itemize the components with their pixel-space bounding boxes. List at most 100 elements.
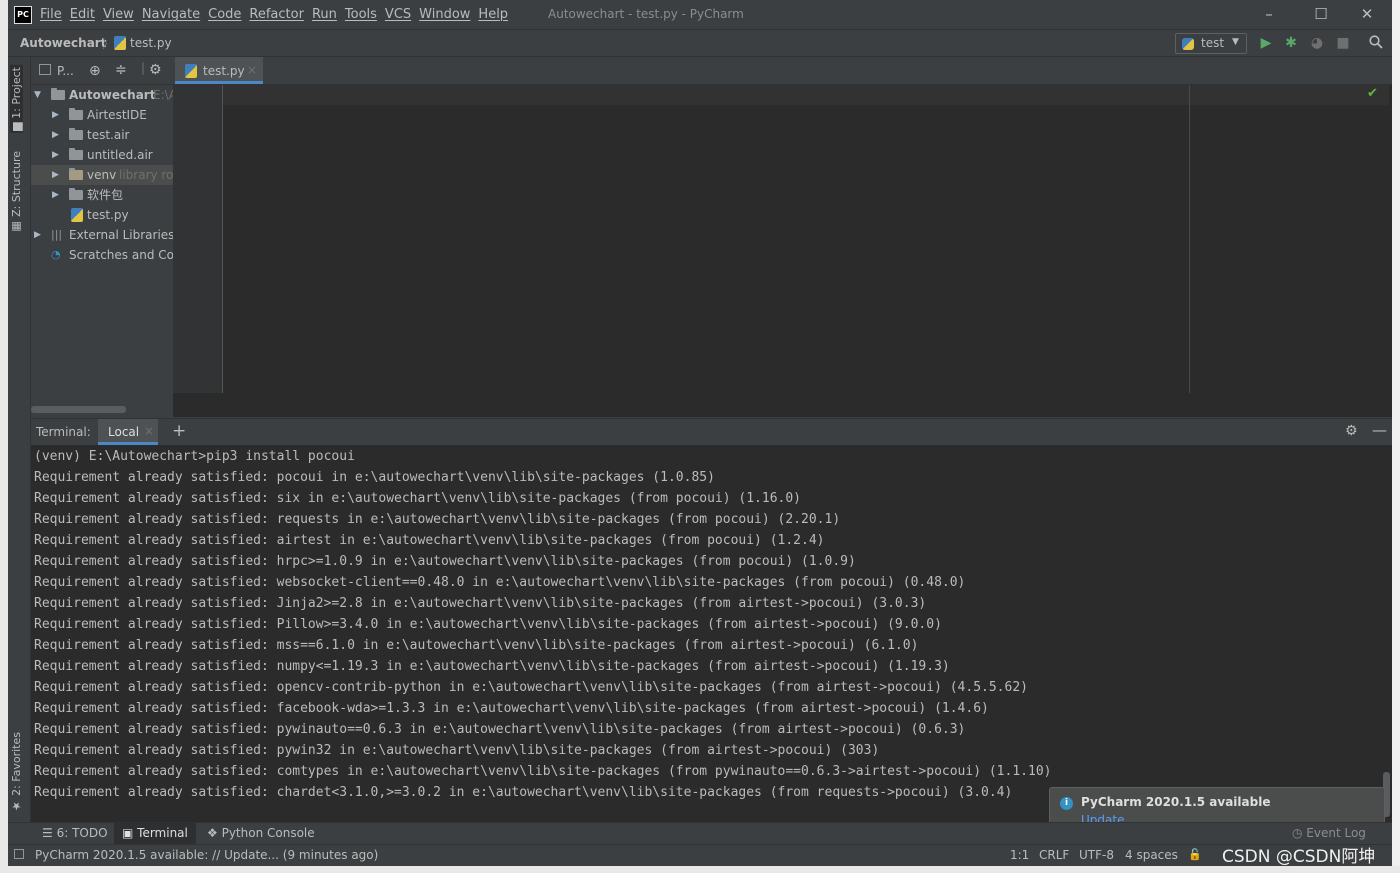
check-icon: ✔ [1367,86,1378,101]
structure-icon: ▦ [10,216,23,234]
minimize-button[interactable]: – [1259,5,1279,23]
indent-setting[interactable]: 4 spaces [1125,848,1178,862]
folder-icon [69,128,83,140]
new-terminal-tab-button[interactable]: + [172,421,186,441]
toggle-tool-windows-icon[interactable] [14,849,24,859]
tab-python-console-label: Python Console [221,826,315,840]
breadcrumb-file[interactable]: test.py [130,36,172,50]
collapsed-arrow-icon: ▶ [52,150,59,160]
tree-item-external-libraries[interactable]: ▶ ||| External Libraries [31,225,173,245]
run-icon[interactable]: ▶ [1258,35,1274,51]
debug-icon[interactable]: ✱ [1283,35,1299,51]
caret-row-highlight [223,85,1389,105]
menu-navigate[interactable]: Navigate [142,7,200,22]
project-horizontal-scrollbar[interactable] [31,406,126,413]
caret-position[interactable]: 1:1 [1010,848,1029,862]
tab-todo[interactable]: ☰ 6: TODO [34,823,116,844]
title-bar: PC File Edit View Navigate Code Refactor… [8,0,1392,29]
status-bar: PyCharm 2020.1.5 available: // Update...… [8,844,1392,866]
run-configuration-select[interactable]: test ▼ [1175,33,1247,54]
python-icon [1182,38,1194,50]
terminal-line: Requirement already satisfied: mss==6.1.… [34,638,919,653]
desktop-background-left [0,0,8,873]
collapse-all-icon[interactable]: ≑ [115,62,127,78]
tab-project[interactable]: ▆ 1: Project [10,65,23,133]
breadcrumb-project[interactable]: Autowechart [20,36,106,50]
event-log-icon: ◷ [1292,826,1307,840]
project-view-select[interactable]: P... [57,64,74,78]
search-everywhere-icon[interactable] [1368,35,1384,51]
tree-item-scratches[interactable]: ◔ Scratches and Cor [31,245,173,265]
close-button[interactable]: ✕ [1357,5,1377,23]
menu-refactor[interactable]: Refactor [249,7,304,22]
python-file-icon [71,208,83,222]
tree-item-label: AirtestIDE [87,108,147,122]
terminal-line: Requirement already satisfied: comtypes … [34,764,1052,779]
tab-event-log-label: Event Log [1306,826,1366,840]
bottom-tool-tabs: ☰ 6: TODO ▣ Terminal ❖ Python Console ◷ … [8,822,1392,844]
tree-item-software-package[interactable]: ▶ 软件包 [31,185,173,205]
tree-item-test-py[interactable]: test.py [31,205,173,225]
status-message[interactable]: PyCharm 2020.1.5 available: // Update...… [35,848,378,862]
close-tab-icon[interactable]: × [247,63,257,77]
folder-icon [69,168,83,180]
hide-panel-icon[interactable]: — [1372,421,1387,439]
code-editor[interactable]: ✔ [173,85,1392,393]
close-tab-icon[interactable]: × [144,424,154,438]
line-separator[interactable]: CRLF [1039,848,1069,862]
terminal-line: Requirement already satisfied: websocket… [34,575,966,590]
menu-edit[interactable]: Edit [70,7,95,22]
collapsed-arrow-icon: ▶ [52,190,59,200]
stop-icon[interactable]: ■ [1335,35,1351,51]
navigation-bar: Autowechart 〉 test.py test ▼ ▶ ✱ ◕ ■ [8,29,1392,57]
tree-root[interactable]: ▼ Autowechart E:\A [31,85,173,105]
menu-window[interactable]: Window [419,7,470,22]
tree-item-hint: library ro [119,168,173,182]
run-with-coverage-icon[interactable]: ◕ [1309,35,1325,51]
tab-favorites[interactable]: ★ 2: Favorites [10,732,23,812]
tab-terminal[interactable]: ▣ Terminal [114,823,196,844]
tree-item-test-air[interactable]: ▶ test.air [31,125,173,145]
folder-icon: ▆ [10,118,23,131]
menu-run[interactable]: Run [312,7,337,22]
tree-item-label: Scratches and Cor [69,248,173,262]
scratches-icon: ◔ [51,248,61,261]
tree-item-untitled-air[interactable]: ▶ untitled.air [31,145,173,165]
locate-icon[interactable]: ⊕ [89,63,101,79]
tab-structure[interactable]: ▦ Z: Structure [10,151,23,233]
menu-help[interactable]: Help [478,7,508,22]
info-icon: i [1060,797,1073,810]
tab-test-py[interactable]: test.py × [175,57,263,84]
tree-item-label: untitled.air [87,148,153,162]
expanded-arrow-icon: ▼ [34,90,41,100]
python-file-icon [114,36,126,50]
library-icon: ||| [51,228,63,241]
terminal-line: (venv) E:\Autowechart>pip3 install pocou… [34,449,355,464]
tab-favorites-label: 2: Favorites [10,732,23,796]
project-tree: ▼ Autowechart E:\A ▶ AirtestIDE ▶ test.a… [31,85,173,417]
collapsed-arrow-icon: ▶ [34,230,41,240]
terminal-output[interactable]: (venv) E:\Autowechart>pip3 install pocou… [31,445,1392,822]
tab-event-log[interactable]: ◷ Event Log [1284,823,1374,844]
tree-item-label: test.air [87,128,130,142]
file-encoding[interactable]: UTF-8 [1079,848,1114,862]
menu-file[interactable]: File [40,7,62,22]
terminal-tab-local[interactable]: Local × [98,419,158,445]
menu-tools[interactable]: Tools [345,7,377,22]
folder-icon [69,148,83,160]
desktop-background-right [1392,0,1400,873]
left-tool-strip: ▆ 1: Project ▦ Z: Structure ★ 2: Favorit… [8,57,31,822]
terminal-line: Requirement already satisfied: pywinauto… [34,722,966,737]
menu-vcs[interactable]: VCS [385,7,411,22]
tree-item-venv[interactable]: ▶ venv library ro [31,165,173,185]
tab-python-console[interactable]: ❖ Python Console [199,823,323,844]
maximize-button[interactable]: ☐ [1311,5,1331,23]
collapsed-arrow-icon: ▶ [52,170,59,180]
menu-code[interactable]: Code [208,7,241,22]
tree-item-airtestide[interactable]: ▶ AirtestIDE [31,105,173,125]
menu-view[interactable]: View [103,7,134,22]
terminal-title: Terminal: [36,425,91,439]
settings-gear-icon[interactable]: ⚙ [149,62,162,78]
lock-icon[interactable]: 🔓 [1188,848,1202,861]
terminal-settings-gear-icon[interactable]: ⚙ [1345,423,1358,439]
